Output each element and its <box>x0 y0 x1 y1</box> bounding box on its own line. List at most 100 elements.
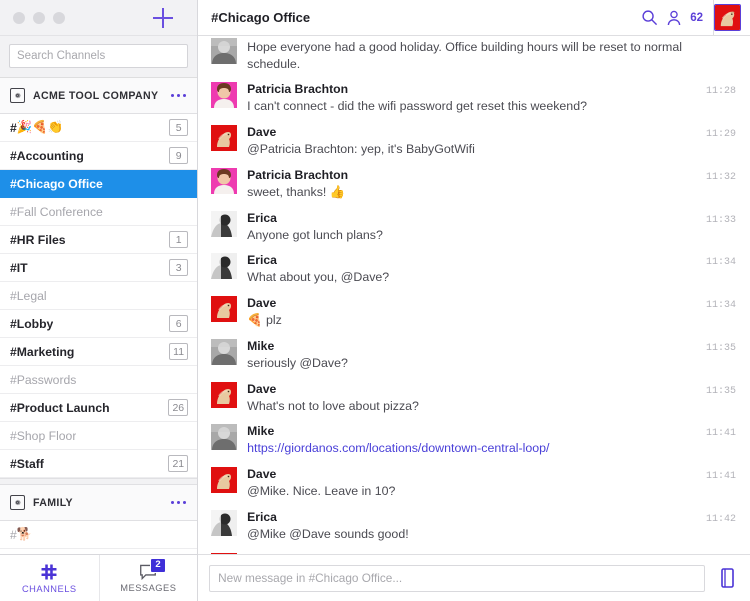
message-body: Mike 11:41 https://giordanos.com/locatio… <box>247 424 736 457</box>
message-row: Patricia Brachton 11:28 I can't connect … <box>198 77 750 120</box>
message-text: What's not to love about pizza? <box>247 398 419 413</box>
channel-label: # <box>10 120 17 135</box>
channel-label: #Chicago Office <box>10 176 103 191</box>
avatar <box>211 167 238 194</box>
message-body: Mike 11:35 seriously @Dave? <box>247 339 736 372</box>
unread-badge: 6 <box>169 315 189 332</box>
message-text: @Mike. Nice. Leave in 10? <box>247 484 396 499</box>
team-options-icon[interactable] <box>170 500 187 505</box>
avatar <box>211 253 238 280</box>
channel-header: #Chicago Office 62 <box>198 0 750 36</box>
messages-badge: 2 <box>150 558 166 573</box>
maximize-button[interactable] <box>53 11 65 24</box>
minimize-button[interactable] <box>33 11 45 24</box>
sidebar-channel-party[interactable]: # 🎉🍕👏 5 <box>0 114 198 142</box>
message-text: Anyone got lunch plans? <box>247 227 383 242</box>
main-panel: #Chicago Office 62 Hope everyone had a g… <box>198 0 750 601</box>
avatar <box>211 424 238 451</box>
team-name: ACME TOOL COMPANY <box>33 89 159 102</box>
hash-icon <box>41 564 57 579</box>
new-channel-button[interactable] <box>152 7 174 29</box>
message-link[interactable]: https://giordanos.com/locations/downtown… <box>247 440 736 457</box>
avatar <box>211 467 238 494</box>
message-time: 11:28 <box>705 86 736 98</box>
message-time: 11:35 <box>705 342 736 354</box>
message-body: Dave 11:42 @Patricia Brachton are you in… <box>247 553 736 554</box>
message-author: Mike <box>247 424 275 439</box>
channel-label: #IT <box>10 260 28 275</box>
team-header-family[interactable]: FAMILY <box>0 485 198 521</box>
message-meta: Dave 11:35 <box>247 382 736 397</box>
message-row: Dave 11:42 @Patricia Brachton are you in… <box>198 548 750 554</box>
message-author: Dave <box>247 125 277 140</box>
channel-label: #Passwords <box>10 372 77 387</box>
message-body: Dave 11:29 @Patricia Brachton: yep, it's… <box>247 125 736 158</box>
unread-badge: 3 <box>169 259 189 276</box>
sidebar-channel-shop-floor[interactable]: #Shop Floor <box>0 422 198 450</box>
message-row: Dave 11:29 @Patricia Brachton: yep, it's… <box>198 120 750 163</box>
avatar <box>211 38 238 64</box>
channel-label: #Lobby <box>10 316 54 331</box>
message-list[interactable]: Hope everyone had a good holiday. Office… <box>198 36 750 554</box>
channel-emoji: 🐕 <box>16 527 33 542</box>
sidebar-channel-marketing[interactable]: #Marketing 11 <box>0 338 198 366</box>
sidebar-channel-product-launch[interactable]: #Product Launch 26 <box>0 394 198 422</box>
unread-badge: 26 <box>168 399 189 416</box>
message-row: Mike 11:35 seriously @Dave? <box>198 334 750 377</box>
sidebar-channel-staff[interactable]: #Staff 21 <box>0 450 198 478</box>
avatar <box>211 210 238 237</box>
sidebar-channel-accounting[interactable]: #Accounting 9 <box>0 142 198 170</box>
message-text: Hope everyone had a good holiday. Office… <box>247 40 682 71</box>
message-time: 11:42 <box>705 513 736 525</box>
nav-tab-messages[interactable]: 2 MESSAGES <box>98 555 198 601</box>
search-input[interactable] <box>9 44 189 68</box>
attachment-icon[interactable] <box>714 565 740 592</box>
unread-badge: 11 <box>169 343 189 360</box>
message-body: Erica 11:33 Anyone got lunch plans? <box>247 211 736 244</box>
team-name: FAMILY <box>33 496 73 509</box>
message-input[interactable] <box>209 564 705 592</box>
close-button[interactable] <box>13 11 25 24</box>
sidebar-channel-legal[interactable]: #Legal <box>0 282 198 310</box>
message-meta: Dave 11:34 <box>247 296 736 311</box>
message-meta: Erica 11:42 <box>247 510 736 525</box>
message-text: seriously @Dave? <box>247 355 348 370</box>
header-actions: 62 <box>641 9 713 26</box>
message-author: Erica <box>247 210 277 225</box>
message-time: 11:29 <box>705 129 736 141</box>
sidebar-channel-fall-conference[interactable]: #Fall Conference <box>0 198 198 226</box>
avatar[interactable] <box>714 4 741 31</box>
unread-badge: 21 <box>168 455 189 472</box>
message-author: Patricia Brachton <box>247 82 349 97</box>
sidebar-channel-it[interactable]: #IT 3 <box>0 254 198 282</box>
sidebar-channel-hr-files[interactable]: #HR Files 1 <box>0 226 198 254</box>
team-options-icon[interactable] <box>170 93 187 98</box>
gear-icon <box>10 88 25 103</box>
message-row: Patricia Brachton 11:32 sweet, thanks! 👍 <box>198 163 750 206</box>
message-meta: Erica 11:34 <box>247 253 736 268</box>
person-icon[interactable] <box>667 10 681 26</box>
channel-list[interactable]: ACME TOOL COMPANY # 🎉🍕👏 5 #Accounting 9 #… <box>0 78 198 554</box>
message-body: Erica 11:42 @Mike @Dave sounds good! <box>247 510 736 543</box>
bottom-navigation: CHANNELS 2 MESSAGES <box>0 554 198 601</box>
page-title: #Chicago Office <box>211 10 311 25</box>
message-body: Dave 11:34 🍕 plz <box>247 296 736 329</box>
sidebar-channel-dog[interactable]: # 🐕 <box>0 521 198 549</box>
message-text: 🍕 plz <box>247 313 282 328</box>
team-header-acme[interactable]: ACME TOOL COMPANY <box>0 78 198 114</box>
window-controls[interactable] <box>13 11 65 24</box>
sidebar-channel-lobby[interactable]: #Lobby 6 <box>0 310 198 338</box>
nav-tab-channels[interactable]: CHANNELS <box>0 555 99 601</box>
message-author: Patricia Brachton <box>247 167 349 182</box>
message-row: Erica 11:33 Anyone got lunch plans? <box>198 206 750 249</box>
sidebar-channel-passwords[interactable]: #Passwords <box>0 366 198 394</box>
message-meta: Dave 11:29 <box>247 125 736 140</box>
message-author: Dave <box>247 467 277 482</box>
message-time: 11:32 <box>705 171 736 183</box>
message-meta: Dave 11:42 <box>247 553 736 554</box>
message-meta: Mike 11:35 <box>247 339 736 354</box>
sidebar-channel-chicago-office[interactable]: #Chicago Office <box>0 170 198 198</box>
message-body: Dave 11:41 @Mike. Nice. Leave in 10? <box>247 467 736 500</box>
search-icon[interactable] <box>641 9 658 26</box>
message-text: What about you, @Dave? <box>247 270 390 285</box>
